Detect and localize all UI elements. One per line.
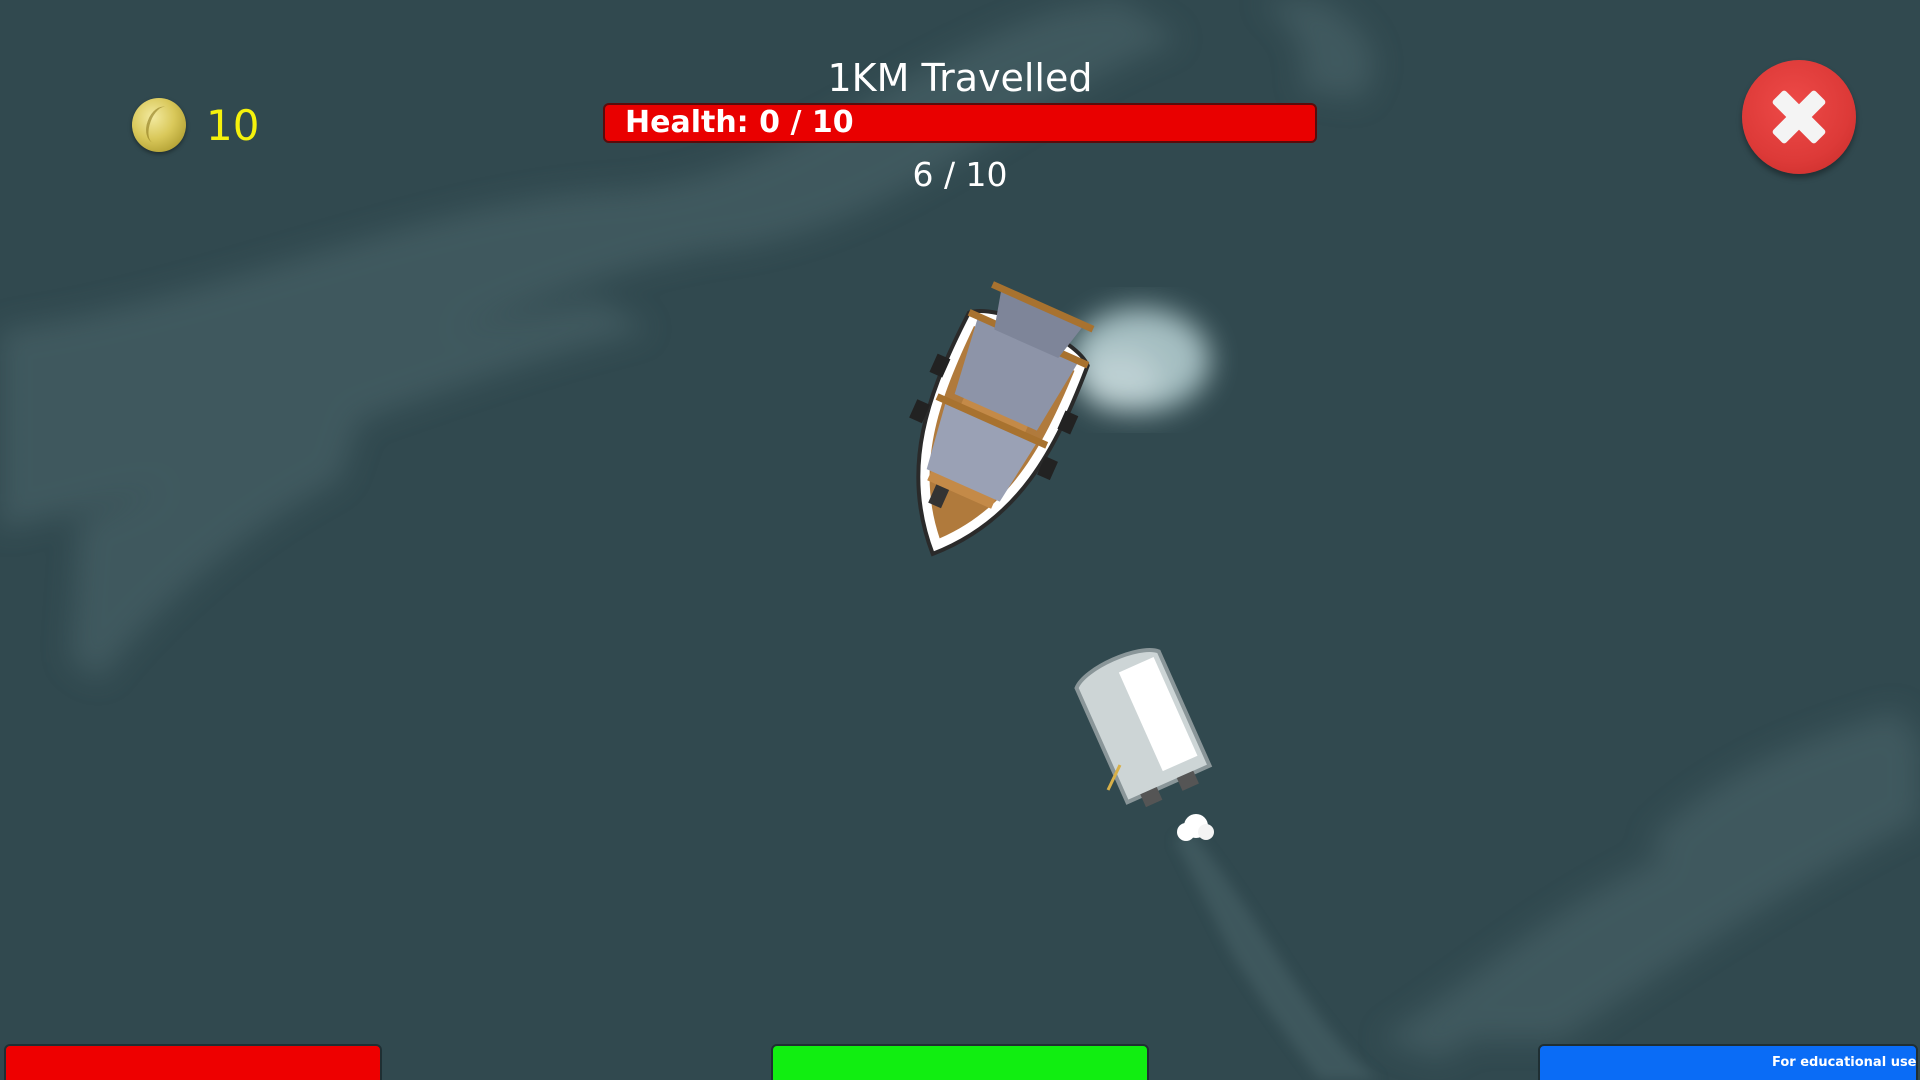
health-bar: Health: 0 / 10: [603, 103, 1317, 143]
educational-use-note: For educational use only: [1772, 1055, 1920, 1070]
coin-count: 10: [206, 101, 260, 150]
health-label: Health: 0 / 10: [625, 105, 854, 140]
close-button[interactable]: [1742, 60, 1856, 174]
ammo-counter: 6 / 10: [912, 155, 1008, 194]
game-viewport: 10 1KM Travelled Health: 0 / 10 6 / 10 F…: [0, 0, 1920, 1080]
center-action-button[interactable]: [771, 1044, 1149, 1080]
close-x-icon: [1772, 90, 1826, 144]
distance-travelled: 1KM Travelled: [827, 56, 1093, 100]
coin-icon: [132, 98, 186, 152]
left-action-button[interactable]: [4, 1044, 382, 1080]
